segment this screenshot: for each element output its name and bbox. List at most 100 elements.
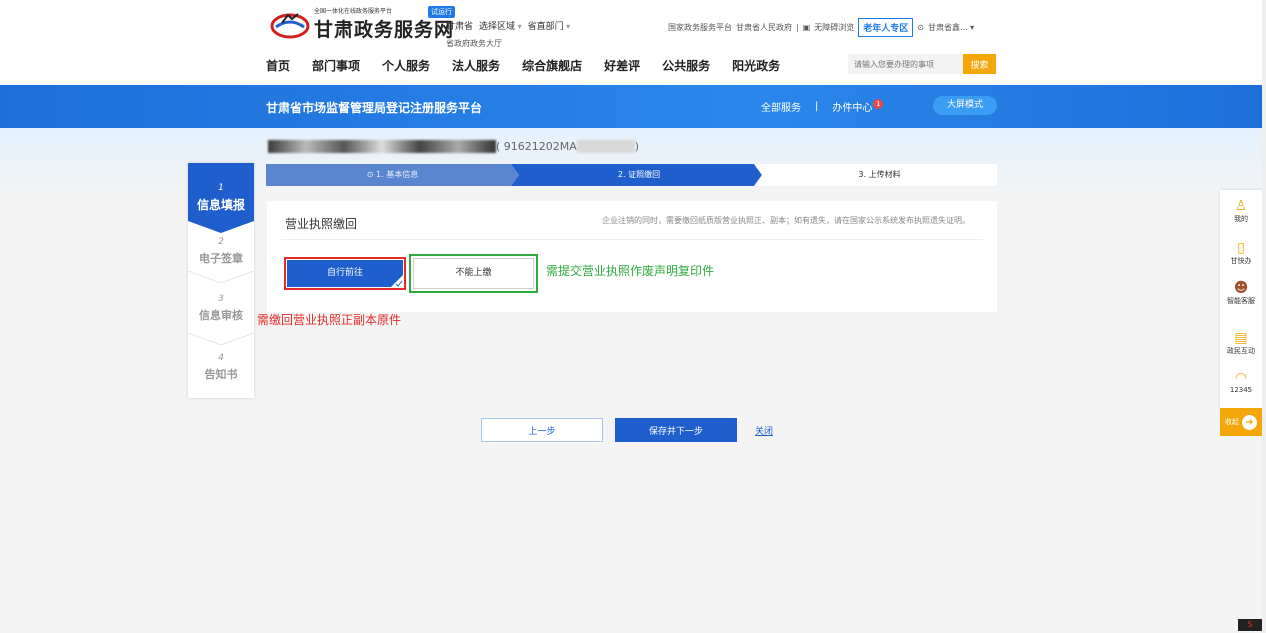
select-region-dropdown[interactable]: 选择区域 ▾ <box>479 19 522 32</box>
chat-icon: ▤ <box>1234 330 1248 346</box>
office-center-label: 办件中心 <box>832 103 873 114</box>
main-nav: 首页 部门事项 个人服务 法人服务 综合旗舰店 好差评 公共服务 阳光政务 <box>266 57 780 74</box>
logo-title: 甘肃政务服务网 <box>314 19 455 41</box>
national-platform-link[interactable]: 国家政务服务平台 <box>668 22 732 33</box>
site-logo[interactable]: 全国一体化在线政务服务平台 甘肃政务服务网 <box>270 6 454 42</box>
arrow-right-icon: ➜ <box>1242 414 1257 430</box>
nav-legal-person[interactable]: 法人服务 <box>452 57 500 74</box>
card-divider <box>281 239 983 240</box>
nav-home[interactable]: 首页 <box>266 57 290 74</box>
save-next-button[interactable]: 保存并下一步 <box>615 418 737 442</box>
search-button[interactable]: 搜索 <box>963 54 996 74</box>
stepper-num: 4 <box>218 353 224 363</box>
select-dept-dropdown[interactable]: 省直部门 ▾ <box>528 19 571 32</box>
stepper-item-notice[interactable]: 4 告知书 <box>188 353 254 382</box>
card-title: 营业执照缴回 <box>285 217 358 231</box>
top-header: 全国一体化在线政务服务平台 甘肃政务服务网 试运行 甘肃省 选择区域 ▾ 省直部… <box>0 0 1266 85</box>
nav-personal[interactable]: 个人服务 <box>382 57 430 74</box>
hall-link[interactable]: 省政府政务大厅 <box>446 38 502 49</box>
robot-avatar-icon: ☻ <box>1233 280 1249 296</box>
banner-separator: | <box>815 101 819 112</box>
company-id-suffix: ) <box>634 140 640 153</box>
top-links: 国家政务服务平台 甘肃省人民政府 | ▣ 无障碍浏览 老年人专区 ⊙ 甘肃省鑫.… <box>668 18 974 37</box>
annotation-red: 需缴回营业执照正副本原件 <box>257 313 402 327</box>
elder-zone-button[interactable]: 老年人专区 <box>858 18 914 37</box>
nav-sunshine[interactable]: 阳光政务 <box>732 57 780 74</box>
chevron-down-icon: ▾ <box>515 22 522 31</box>
accessibility-icon: ▣ <box>802 23 811 32</box>
stepper-divider <box>188 333 254 345</box>
company-name-redacted <box>268 140 496 153</box>
stepper-label: 信息填报 <box>196 198 245 212</box>
progress-steps: ⊙ 1. 基本信息 2. 证照缴回 3. 上传材料 <box>266 164 997 186</box>
office-center-link[interactable]: 办件中心 1 <box>832 99 884 114</box>
user-name: 甘肃省鑫... <box>927 23 968 32</box>
platform-title: 甘肃省市场监督管理局登记注册服务平台 <box>266 101 483 115</box>
trial-badge: 试运行 <box>428 6 455 18</box>
step-3-label: 3. 上传材料 <box>858 170 901 179</box>
select-region-label: 选择区域 <box>479 22 516 32</box>
region-selector: 甘肃省 选择区域 ▾ 省直部门 ▾ <box>446 19 570 32</box>
step-1-label: ⊙ 1. 基本信息 <box>366 170 419 179</box>
option-self-label: 自行前往 <box>326 268 363 278</box>
right-float-bar: ♙ 我的 ▯ 甘快办 ☻ 智能客服 ▤ 政民互动 ◠ 12345 <box>1220 190 1262 408</box>
rb-interaction[interactable]: ▤ 政民互动 <box>1220 330 1262 356</box>
option-self-deliver[interactable]: 自行前往 <box>284 257 406 290</box>
headset-icon: ◠ <box>1234 370 1248 386</box>
prev-step-button[interactable]: 上一步 <box>481 418 603 442</box>
banner-links: 全部服务 | 办件中心 1 <box>761 99 884 114</box>
top-links-separator: | <box>796 23 799 32</box>
card-note: 企业注销的同时，需要缴回纸质版营业执照正、副本；如有遗失，请在国家公示系统发布执… <box>602 216 970 225</box>
user-menu[interactable]: 甘肃省鑫... ▾ <box>928 22 974 33</box>
search-box: 搜索 <box>848 54 996 74</box>
license-return-card: 营业执照缴回 企业注销的同时，需要缴回纸质版营业执照正、副本；如有遗失，请在国家… <box>267 201 997 312</box>
stepper-item-review[interactable]: 3 信息审核 <box>188 294 254 323</box>
chevron-down-icon: ▾ <box>563 22 571 31</box>
option-cannot-return[interactable]: 不能上缴 <box>409 254 538 293</box>
accessibility-link[interactable]: 无障碍浏览 <box>814 22 854 33</box>
stepper-label: 信息审核 <box>199 309 243 322</box>
all-services-link[interactable]: 全部服务 <box>761 99 801 114</box>
logo-emblem-icon <box>270 9 310 39</box>
rb-hotline-label: 12345 <box>1229 386 1253 394</box>
close-link[interactable]: 关闭 <box>755 424 773 437</box>
nav-public[interactable]: 公共服务 <box>662 57 710 74</box>
vertical-stepper: 1 信息填报 2 电子签章 3 信息审核 4 告知书 <box>188 163 254 398</box>
selected-check-icon <box>391 275 403 287</box>
rb-mine-label: 我的 <box>1234 215 1248 223</box>
ime-tray-icon[interactable]: S <box>1238 619 1262 631</box>
search-input[interactable] <box>848 54 963 74</box>
big-screen-button[interactable]: 大屏模式 <box>933 96 997 115</box>
stepper-label: 告知书 <box>204 368 238 381</box>
stepper-item-fill-info[interactable]: 1 信息填报 <box>188 183 254 213</box>
nav-rating[interactable]: 好差评 <box>604 57 640 74</box>
page-scrollbar[interactable] <box>1262 0 1266 633</box>
office-center-badge: 1 <box>873 99 884 109</box>
select-dept-label: 省直部门 <box>527 22 564 32</box>
stepper-num: 3 <box>218 294 224 304</box>
annotation-green: 需提交营业执照作废声明复印件 <box>546 264 715 278</box>
user-icon: ⊙ <box>917 23 924 32</box>
option-cannot-label: 不能上缴 <box>413 258 534 289</box>
rb-interaction-label: 政民互动 <box>1227 347 1255 355</box>
province-label: 甘肃省 <box>446 22 474 32</box>
rb-collapse-label: 收起 <box>1225 418 1239 426</box>
stepper-divider <box>188 271 254 283</box>
nav-departments[interactable]: 部门事项 <box>312 57 360 74</box>
phone-icon: ▯ <box>1237 240 1245 256</box>
rb-mine[interactable]: ♙ 我的 <box>1220 198 1262 224</box>
rb-smart-service[interactable]: ☻ 智能客服 <box>1220 280 1262 306</box>
nav-flagship[interactable]: 综合旗舰店 <box>522 57 582 74</box>
gansu-gov-link[interactable]: 甘肃省人民政府 <box>736 22 792 33</box>
stepper-num: 2 <box>218 237 224 247</box>
rb-collapse-button[interactable]: 收起 ➜ <box>1220 408 1262 436</box>
rb-gankuaiban[interactable]: ▯ 甘快办 <box>1220 240 1262 266</box>
company-heading: ( 91621202MA ) <box>268 140 639 153</box>
stepper-num: 1 <box>218 183 224 193</box>
stepper-item-e-sign[interactable]: 2 电子签章 <box>188 237 254 266</box>
rb-smart-service-label: 智能客服 <box>1227 297 1255 305</box>
rb-hotline[interactable]: ◠ 12345 <box>1220 370 1262 394</box>
person-icon: ♙ <box>1234 198 1248 214</box>
rb-gankuaiban-label: 甘快办 <box>1230 257 1252 265</box>
step-2-label: 2. 证照缴回 <box>617 170 661 179</box>
